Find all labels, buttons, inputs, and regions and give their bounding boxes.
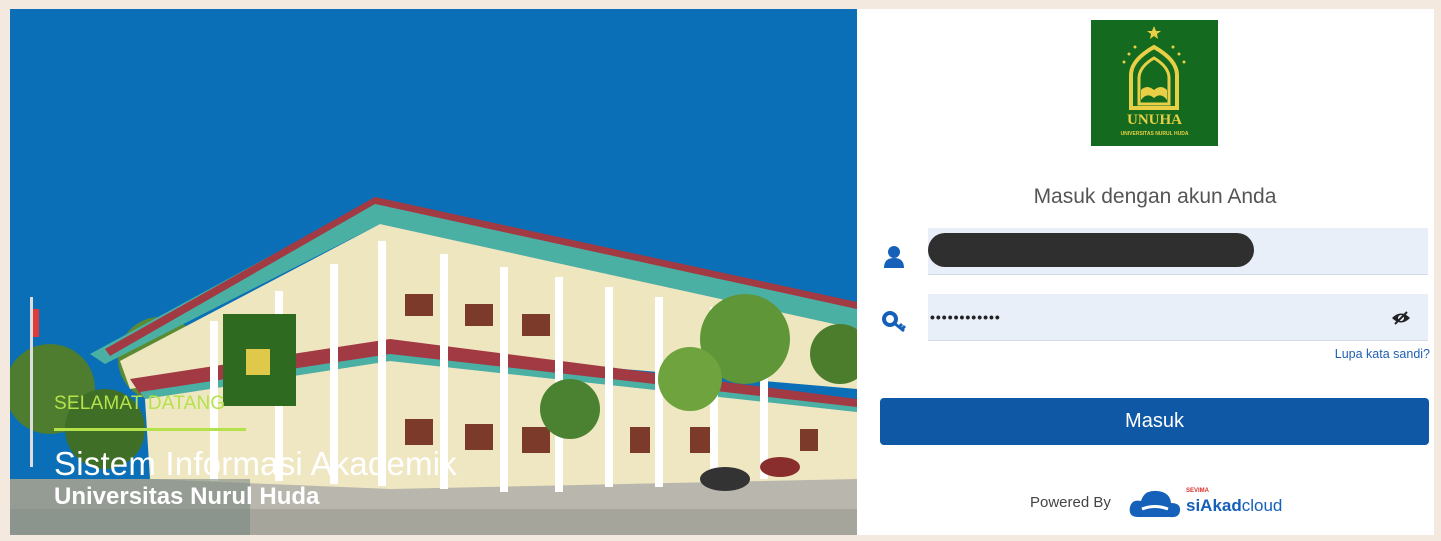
siakadcloud-brand: SEVIMA siAkadcloud [1128,485,1288,525]
logo-subtext: UNIVERSITAS NURUL HUDA [1120,131,1189,137]
cloud-logo-icon [1129,490,1181,518]
forgot-password-link[interactable]: Lupa kata sandi? [1300,347,1430,361]
welcome-underline [54,428,246,431]
user-icon [884,246,904,268]
brand-name-main: siAkad [1186,496,1242,515]
brand-name: siAkadcloud [1186,496,1282,516]
hero-banner: SELAMAT DATANG Sistem Informasi Akademik… [10,9,857,535]
password-field[interactable] [928,294,1430,341]
login-page: SELAMAT DATANG Sistem Informasi Akademik… [10,9,1434,535]
powered-by-text: Powered By [1030,494,1111,511]
logo-text: UNUHA [1127,112,1182,128]
brand-name-suffix: cloud [1241,496,1283,515]
key-icon [882,311,907,333]
welcome-text: SELAMAT DATANG [54,393,226,414]
login-button[interactable]: Masuk [880,398,1429,445]
password-input[interactable] [928,294,1430,340]
eye-slash-icon[interactable] [1391,311,1411,325]
unuha-logo: UNUHA UNIVERSITAS NURUL HUDA [1091,20,1218,146]
university-name: Universitas Nurul Huda [54,483,320,510]
brand-small-label: SEVIMA [1186,488,1210,494]
redacted-username [928,233,1254,267]
system-title: Sistem Informasi Akademik [54,445,457,482]
login-heading: Masuk dengan akun Anda [1033,185,1277,208]
